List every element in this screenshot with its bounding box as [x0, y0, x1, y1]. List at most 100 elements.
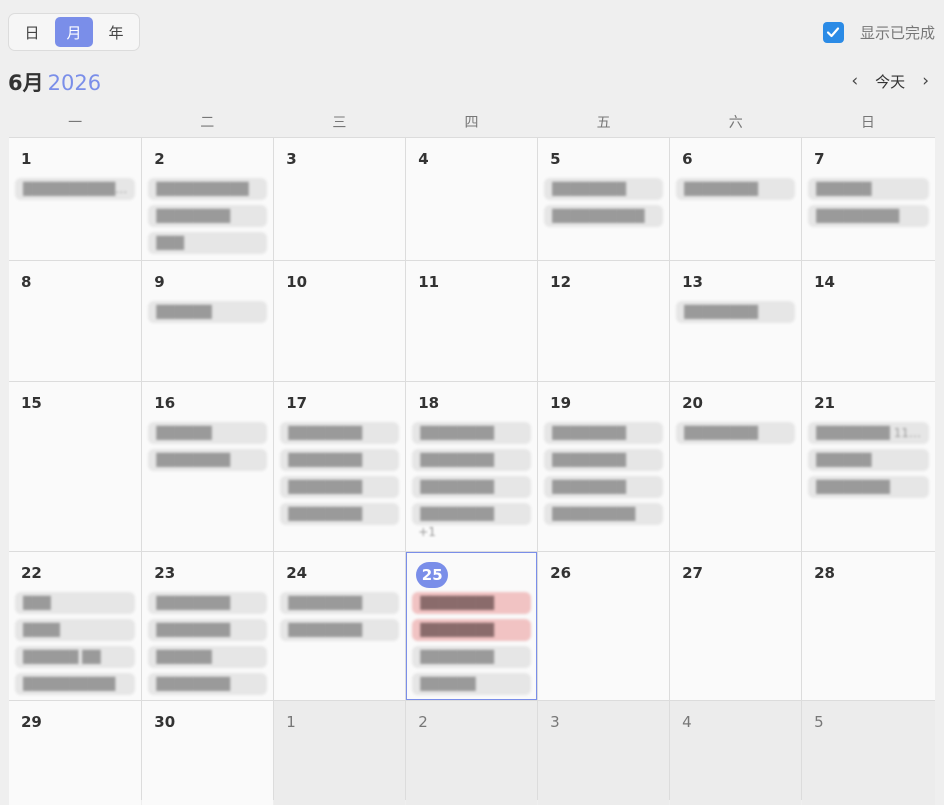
event-chip[interactable]: █████████ — [808, 205, 929, 227]
day-cell[interactable]: 12 — [538, 261, 670, 381]
event-chip[interactable]: ██████ — [808, 449, 929, 471]
event-chip[interactable]: ████████ — [412, 619, 532, 641]
day-cell[interactable]: 14 — [802, 261, 935, 381]
event-chip[interactable]: ███ — [15, 592, 136, 614]
event-chip[interactable]: ████████ — [412, 476, 532, 498]
weekday-label: 二 — [200, 115, 215, 131]
event-chip[interactable]: ████████ — [676, 178, 796, 200]
view-switch: 日 月 年 — [8, 13, 140, 51]
day-cell[interactable]: 15 — [9, 382, 142, 551]
day-cell[interactable]: 27 — [670, 552, 802, 700]
chevron-right-icon[interactable]: › — [917, 71, 934, 91]
day-number: 8 — [21, 273, 32, 291]
event-chip[interactable]: ████████ — [412, 592, 532, 614]
day-number: 30 — [154, 713, 176, 731]
event-chip[interactable]: ████████ — [148, 205, 268, 227]
day-number: 27 — [682, 564, 703, 582]
event-chip[interactable]: ██████ — [148, 422, 268, 444]
event-chip[interactable]: ██████ — [412, 673, 532, 695]
event-chip[interactable]: ██████ — [148, 301, 268, 323]
event-chip[interactable]: █████████ — [544, 503, 664, 525]
event-chip[interactable]: ██████████… — [15, 178, 136, 200]
show-completed-label: 显示已完成 — [859, 23, 935, 42]
day-cell[interactable]: 18 ████████ ████████ ████████ ████████ +1 — [406, 382, 538, 551]
day-cell[interactable]: 23 ████████ ████████ ██████ ████████ — [142, 552, 274, 700]
view-day-button[interactable]: 日 — [13, 17, 51, 47]
day-cell[interactable]: 16 ██████ ████████ — [142, 382, 274, 551]
day-cell[interactable]: 26 — [538, 552, 670, 700]
event-chip[interactable]: ████████ — [544, 476, 664, 498]
event-chip[interactable]: ██████████ — [544, 205, 664, 227]
day-cell[interactable]: 4 — [406, 138, 538, 260]
day-cell-today[interactable]: 25 ████████ ████████ ████████ ██████ — [406, 552, 538, 700]
month-grid: 1 ██████████… 2 ██████████ ████████ ███ 3 4 … — [9, 137, 935, 805]
event-chip[interactable]: ██████ — [808, 178, 929, 200]
day-cell[interactable]: 21 ████████ 11… ██████ ████████ — [802, 382, 935, 551]
day-cell[interactable]: 10 — [274, 261, 406, 381]
event-chip[interactable]: ████ — [15, 619, 136, 641]
event-chip[interactable]: ████████ — [280, 503, 400, 525]
view-year-button[interactable]: 年 — [97, 17, 135, 47]
day-number: 2 — [154, 150, 165, 168]
day-number: 24 — [286, 564, 308, 582]
event-chip[interactable]: ██████████ — [15, 673, 136, 695]
day-cell[interactable]: 9 ██████ — [142, 261, 274, 381]
event-chip[interactable]: ████████ — [808, 476, 929, 498]
event-chip[interactable]: ████████ — [148, 592, 268, 614]
event-chip[interactable]: ████████ — [280, 422, 400, 444]
view-month-button[interactable]: 月 — [55, 17, 93, 47]
day-cell[interactable]: 13 ████████ — [670, 261, 802, 381]
day-cell[interactable]: 19 ████████ ████████ ████████ █████████ — [538, 382, 670, 551]
day-cell[interactable]: 6 ████████ — [670, 138, 802, 260]
day-cell-next-month[interactable]: 1 — [274, 701, 406, 805]
event-chip[interactable]: ████████ — [280, 476, 400, 498]
day-cell[interactable]: 20 ████████ — [670, 382, 802, 551]
day-cell[interactable]: 24 ████████ ████████ — [274, 552, 406, 700]
more-events-link[interactable]: +1 — [412, 525, 531, 539]
event-chip[interactable]: ████████ — [676, 301, 796, 323]
chevron-left-icon[interactable]: ‹ — [846, 71, 863, 91]
day-cell-next-month[interactable]: 4 — [670, 701, 802, 805]
event-chip[interactable]: ██████ — [148, 646, 268, 668]
day-cell[interactable]: 11 — [406, 261, 538, 381]
event-chip[interactable]: ████████ — [280, 592, 400, 614]
event-chip[interactable]: ████████ — [148, 619, 268, 641]
event-chip[interactable]: ████████ — [148, 449, 268, 471]
day-cell[interactable]: 1 ██████████… — [9, 138, 142, 260]
day-cell[interactable]: 3 — [274, 138, 406, 260]
day-number: 28 — [814, 564, 835, 582]
event-chip[interactable]: ████████ — [544, 422, 664, 444]
event-chip[interactable]: ████████ — [280, 619, 400, 641]
day-cell-next-month[interactable]: 5 — [802, 701, 935, 805]
day-cell[interactable]: 8 — [9, 261, 142, 381]
weekday-label: 一 — [68, 115, 83, 131]
month-navigation: ‹ 今天 › — [846, 69, 934, 93]
checkbox-checked-icon[interactable] — [822, 21, 844, 43]
day-cell[interactable]: 7 ██████ █████████ — [802, 138, 935, 260]
day-cell-next-month[interactable]: 2 — [406, 701, 538, 805]
day-cell[interactable]: 5 ████████ ██████████ — [538, 138, 670, 260]
day-cell[interactable]: 30 — [142, 701, 274, 805]
event-chip[interactable]: ██████ ██ — [15, 646, 136, 668]
day-cell-next-month[interactable]: 3 — [538, 701, 670, 805]
event-chip[interactable]: ████████ — [412, 646, 532, 668]
event-chip[interactable]: ████████ — [676, 422, 796, 444]
today-button[interactable]: 今天 — [875, 71, 905, 92]
event-chip[interactable]: ████████ — [412, 449, 532, 471]
event-chip[interactable]: ██████████ — [148, 178, 268, 200]
event-chip[interactable]: ████████ — [412, 422, 532, 444]
show-completed-toggle[interactable]: 显示已完成 — [822, 21, 935, 43]
day-cell[interactable]: 28 — [802, 552, 935, 700]
day-cell[interactable]: 22 ███ ████ ██████ ██ ██████████ — [9, 552, 142, 700]
event-chip[interactable]: ████████ — [148, 673, 268, 695]
event-chip[interactable]: ████████ — [544, 449, 664, 471]
event-chip[interactable]: ████████ — [544, 178, 664, 200]
event-chip[interactable]: ████████ — [280, 449, 400, 471]
day-cell[interactable]: 17 ████████ ████████ ████████ ████████ — [274, 382, 406, 551]
event-chip[interactable]: ███ — [148, 232, 268, 254]
day-cell[interactable]: 2 ██████████ ████████ ███ — [142, 138, 274, 260]
day-number: 19 — [550, 394, 572, 412]
event-chip[interactable]: ████████ 11… — [808, 422, 929, 444]
event-chip[interactable]: ████████ — [412, 503, 532, 525]
day-cell[interactable]: 29 — [9, 701, 142, 805]
